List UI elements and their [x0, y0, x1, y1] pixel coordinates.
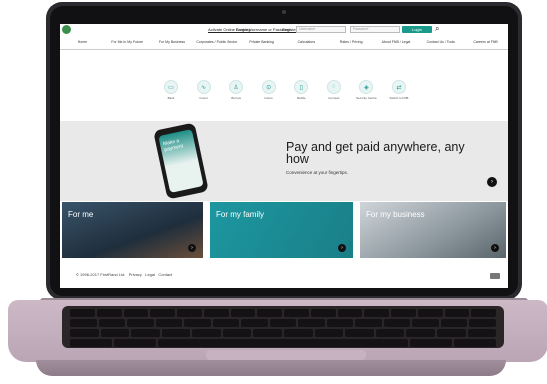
keyboard-row — [70, 329, 497, 337]
quick-link-switch[interactable]: ⇄ Switch to FNB — [388, 80, 410, 104]
footer: © 1996-2017 FirstRand Ltd. Privacy Legal… — [76, 272, 172, 277]
card-icon: ▭ — [164, 80, 178, 94]
webcam — [282, 10, 286, 14]
card-for-me[interactable]: For me › — [62, 202, 203, 258]
nav-item-for-me[interactable]: For Me In My Future — [105, 37, 150, 49]
password-field[interactable]: Password — [350, 26, 400, 33]
arrow-right-icon[interactable]: › — [491, 244, 499, 252]
utility-bar: Activate Online Banking Forgot Username … — [60, 24, 508, 36]
main-navigation: Home For Me In My Future For My Business… — [60, 37, 508, 50]
card-label: For me — [68, 210, 94, 219]
search-icon[interactable]: ⌕ — [435, 25, 443, 33]
hero-subtitle: Convenience at your fingertips. — [286, 170, 349, 175]
phone-icon: ▯ — [294, 80, 309, 94]
keyboard-row — [70, 339, 496, 347]
security-badge-icon — [490, 273, 500, 279]
fnb-logo — [62, 25, 71, 34]
chart-icon: ∿ — [196, 80, 211, 94]
quick-link-borrow[interactable]: ♙ Borrow — [225, 80, 247, 104]
footer-link-contact[interactable]: Contact — [158, 272, 172, 277]
footer-link-legal[interactable]: Legal — [145, 272, 155, 277]
lock-icon: ◈ — [359, 80, 374, 94]
username-field[interactable]: Username — [296, 26, 346, 33]
nav-item-careers[interactable]: Careers at FNB — [463, 37, 508, 49]
nav-item-home[interactable]: Home — [60, 37, 105, 49]
switch-icon: ⇄ — [391, 80, 406, 94]
nav-item-corporates[interactable]: Corporates / Public Sector — [194, 37, 239, 49]
quick-link-mobile[interactable]: ▯ Mobile — [290, 80, 312, 104]
nav-item-about[interactable]: About FNB / Legal — [374, 37, 419, 49]
chat-icon: ◌ — [326, 80, 341, 94]
register-link[interactable]: Register — [282, 27, 297, 32]
arrow-right-icon[interactable]: › — [338, 244, 346, 252]
arrow-right-icon[interactable]: › — [188, 244, 196, 252]
copyright: © 1996-2017 FirstRand Ltd. — [76, 272, 126, 277]
quick-link-invest[interactable]: ∿ Invest — [193, 80, 215, 104]
nav-item-rates[interactable]: Rates / Pricing — [329, 37, 374, 49]
quick-link-insure[interactable]: ⊙ Insure — [258, 80, 280, 104]
card-for-my-family[interactable]: For my family › — [210, 202, 353, 258]
nav-item-calculators[interactable]: Calculators — [284, 37, 329, 49]
quick-link-connect[interactable]: ◌ Connect — [323, 80, 345, 104]
footer-link-privacy[interactable]: Privacy — [129, 272, 142, 277]
quick-link-bank[interactable]: ▭ Bank — [160, 80, 182, 104]
login-button[interactable]: Login — [402, 26, 432, 33]
nav-item-for-my-business[interactable]: For My Business — [150, 37, 195, 49]
keyboard-row — [70, 319, 496, 327]
shield-icon: ⊙ — [261, 80, 276, 94]
nav-item-private-banking[interactable]: Private Banking — [239, 37, 284, 49]
trackpad — [206, 350, 366, 360]
quick-links: ▭ Bank ∿ Invest ♙ Borrow ⊙ Insure ▯ Mobile ◌ C… — [160, 80, 410, 104]
person-icon: ♙ — [229, 80, 244, 94]
laptop-screen: Activate Online Banking Forgot Username … — [60, 24, 508, 288]
laptop-front-edge — [36, 360, 506, 376]
hero-next-arrow-icon[interactable]: › — [487, 177, 497, 187]
keyboard-row — [70, 309, 496, 317]
quick-link-security-centre[interactable]: ◈ Security Centre — [355, 80, 377, 104]
card-label: For my family — [216, 210, 264, 219]
nav-item-contact[interactable]: Contact Us / Tools — [418, 37, 463, 49]
card-label: For my business — [366, 210, 425, 219]
hero-title: Pay and get paid anywhere, any how — [286, 140, 465, 166]
card-for-my-business[interactable]: For my business › — [360, 202, 506, 258]
